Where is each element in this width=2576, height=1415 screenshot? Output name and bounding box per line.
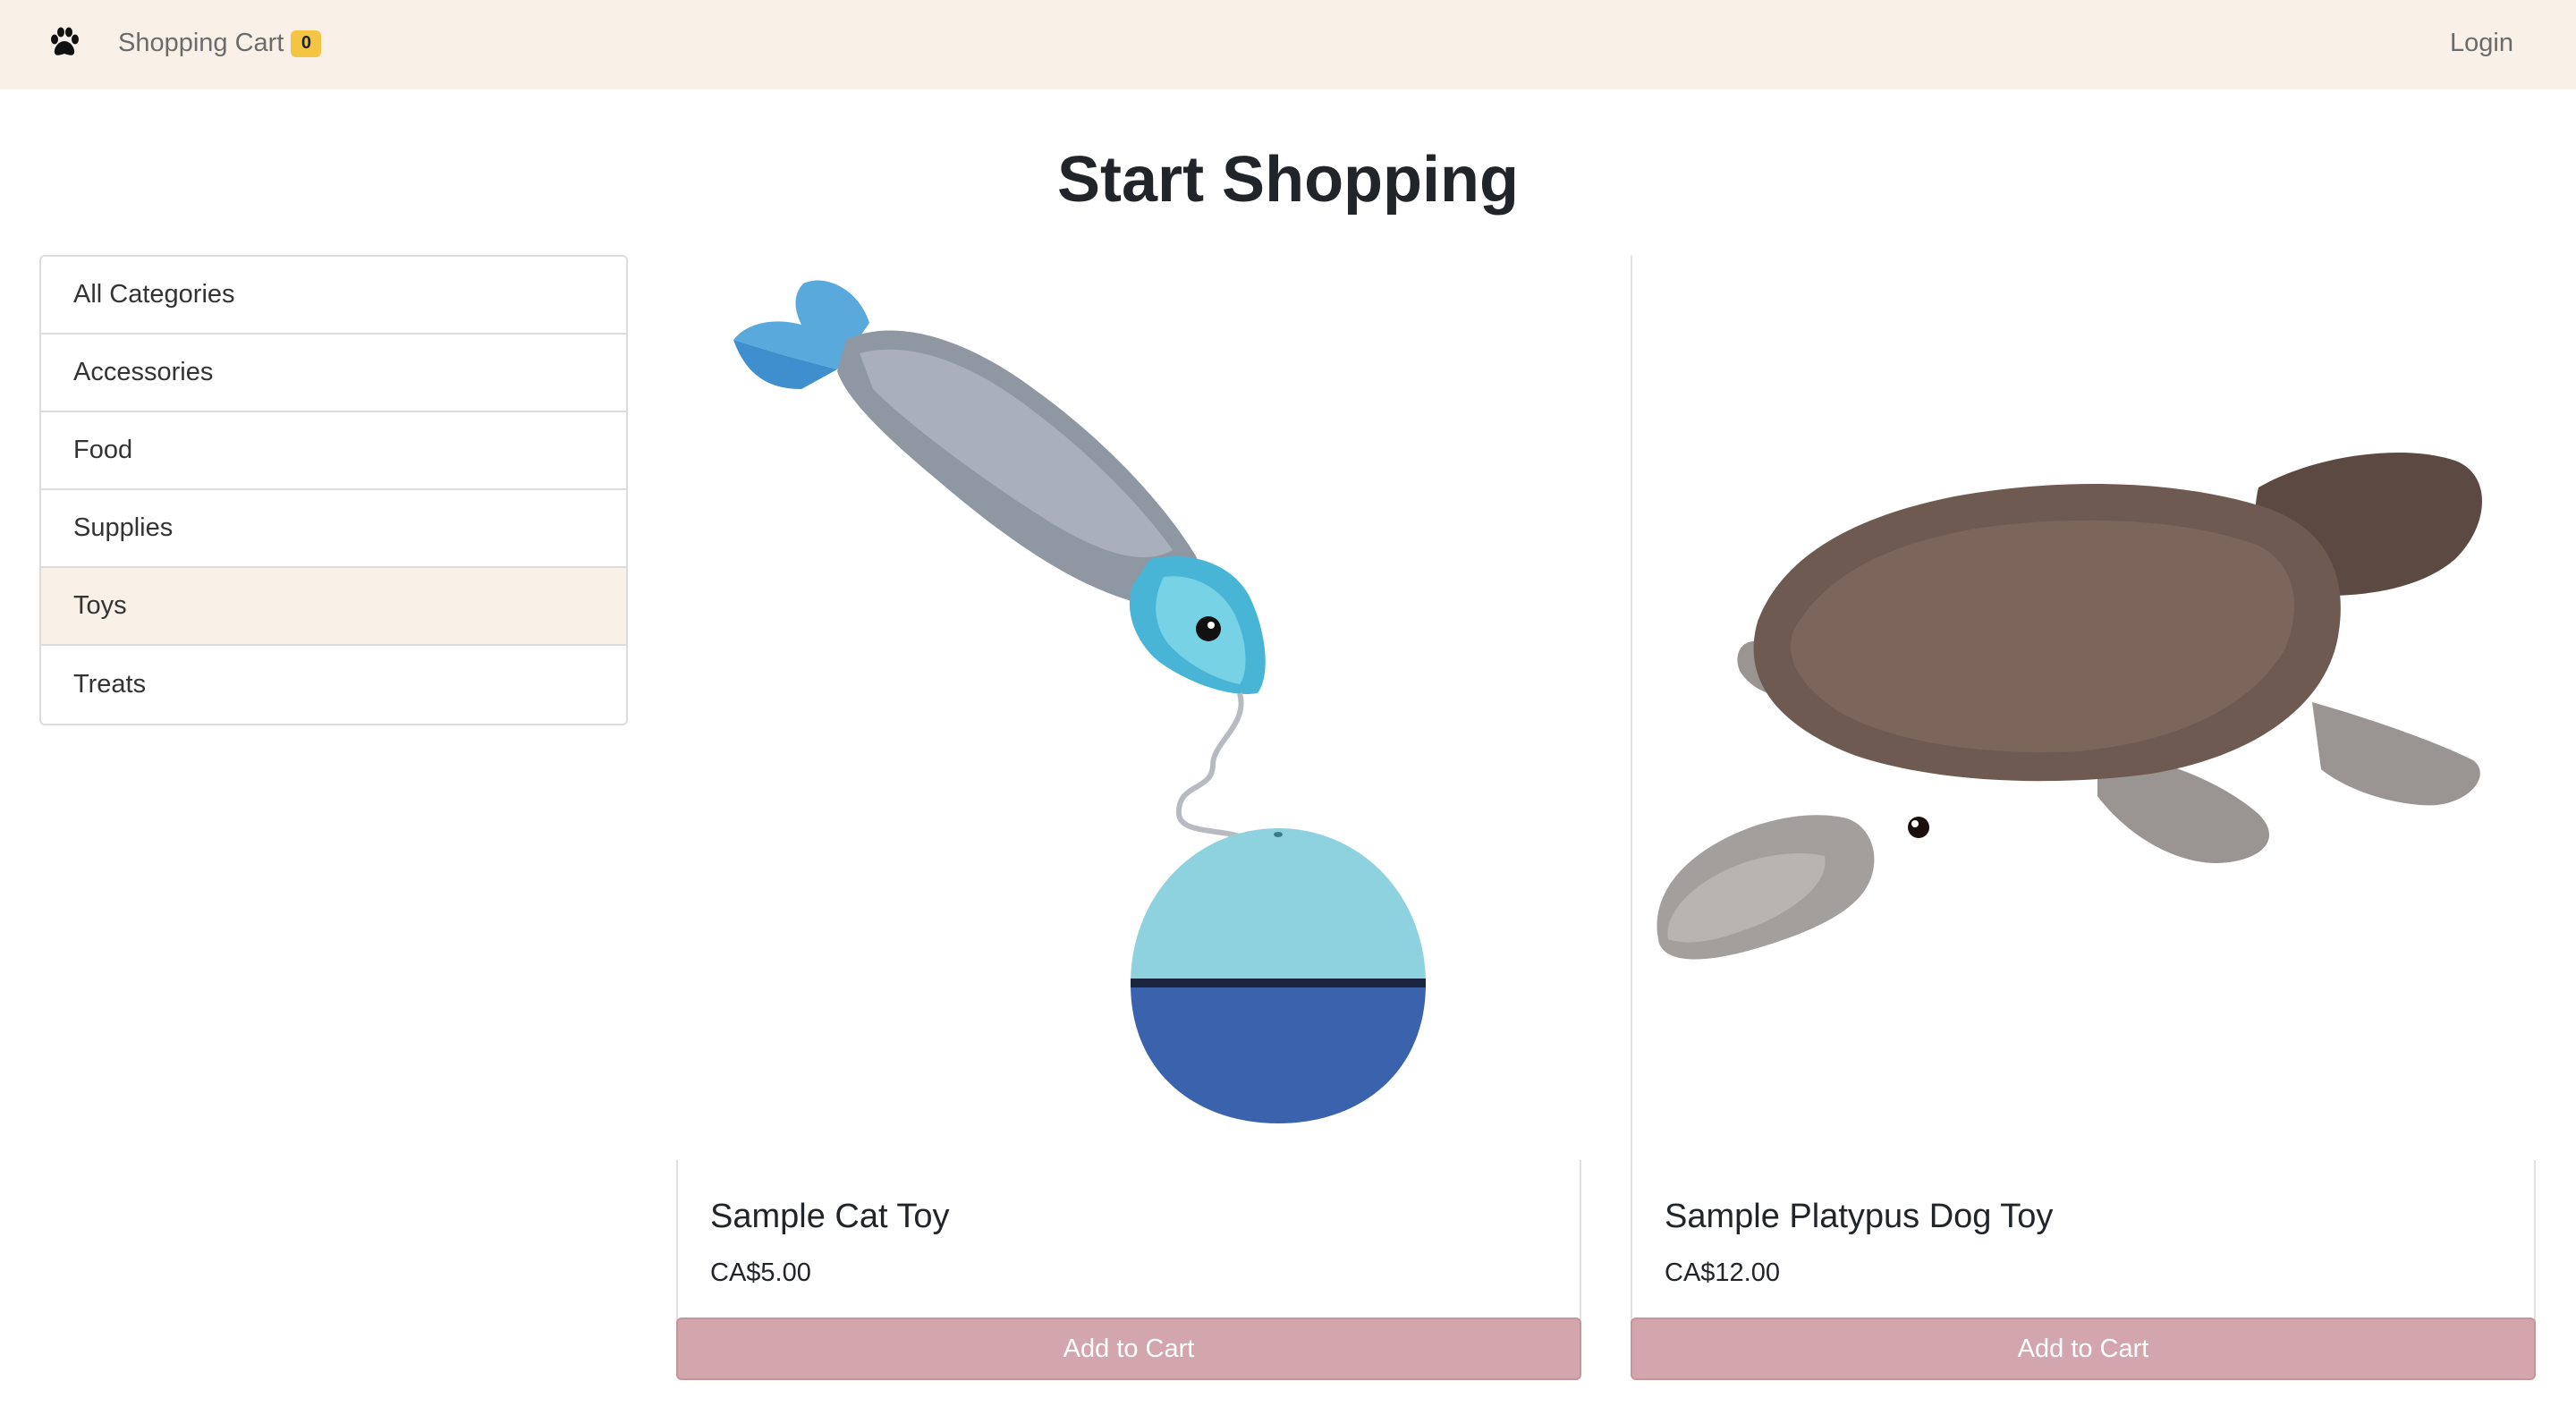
navbar: Shopping Cart 0 Login	[0, 0, 2576, 89]
login-link[interactable]: Login	[2450, 29, 2513, 58]
product-card-body: Sample Platypus Dog Toy CA$12.00	[1631, 1160, 2536, 1321]
product-card: Sample Platypus Dog Toy CA$12.00 Add to …	[1631, 255, 2536, 1380]
product-name[interactable]: Sample Cat Toy	[710, 1198, 950, 1236]
page-title: Start Shopping	[1057, 144, 1519, 216]
product-price: CA$5.00	[710, 1258, 811, 1287]
cat-toy-image[interactable]	[676, 255, 1581, 1160]
product-card: Sample Cat Toy CA$5.00 Add to Cart	[676, 255, 1581, 1380]
category-list: All Categories Accessories Food Supplies…	[39, 255, 628, 725]
category-item-accessories[interactable]: Accessories	[41, 335, 626, 412]
shopping-cart-link[interactable]: Shopping Cart 0	[118, 29, 322, 58]
add-to-cart-button[interactable]: Add to Cart	[676, 1318, 1581, 1380]
shopping-cart-label: Shopping Cart	[118, 29, 284, 57]
category-item-supplies[interactable]: Supplies	[41, 490, 626, 568]
product-name[interactable]: Sample Platypus Dog Toy	[1665, 1198, 2053, 1236]
platypus-toy-image[interactable]	[1631, 255, 2536, 1160]
category-item-food[interactable]: Food	[41, 412, 626, 490]
category-item-toys[interactable]: Toys	[41, 568, 626, 646]
add-to-cart-button[interactable]: Add to Cart	[1631, 1318, 2536, 1380]
category-item-all[interactable]: All Categories	[41, 257, 626, 335]
product-price: CA$12.00	[1665, 1258, 1780, 1287]
cart-count-badge: 0	[291, 30, 322, 57]
product-card-body: Sample Cat Toy CA$5.00	[676, 1160, 1581, 1321]
category-item-treats[interactable]: Treats	[41, 646, 626, 724]
paw-icon[interactable]	[47, 25, 82, 61]
